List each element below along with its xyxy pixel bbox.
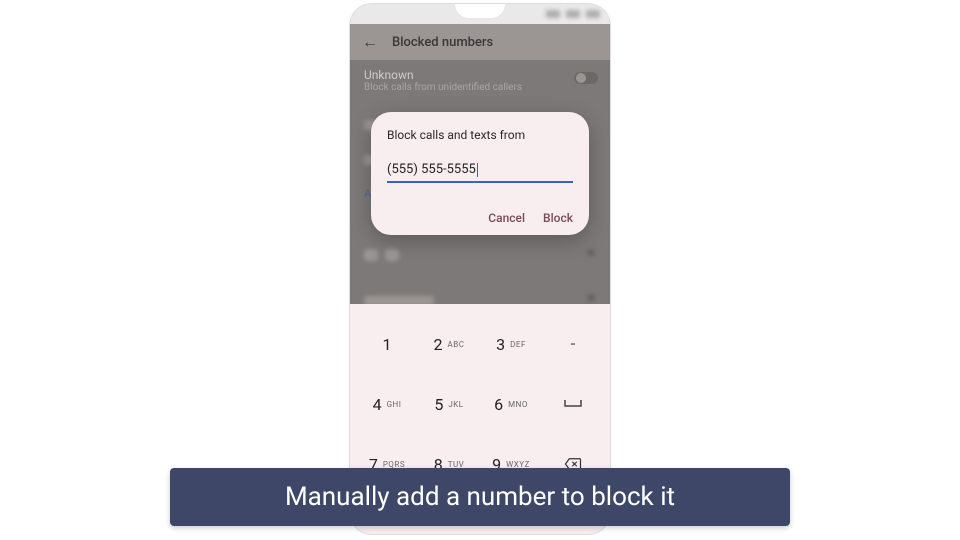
key-4[interactable]: 4GHI [356,374,418,434]
unknown-toggle[interactable] [574,72,598,84]
page-title: Blocked numbers [392,35,493,50]
key-5[interactable]: 5JKL [418,374,480,434]
blocked-entry: ✕ [350,238,610,273]
space-icon [563,398,583,410]
unknown-subtitle: Block calls from unidentified callers [364,82,596,93]
back-arrow-icon[interactable]: ← [362,32,378,52]
instruction-caption: Manually add a number to block it [170,468,790,526]
phone-frame: ← Blocked numbers Unknown Block calls fr… [350,4,610,534]
phone-number-input[interactable]: (555) 555-5555 [387,160,573,183]
display-notch [455,4,505,18]
key-1[interactable]: 1 [356,314,418,374]
app-bar: ← Blocked numbers [350,24,610,60]
key-dash[interactable]: - [542,314,604,374]
cancel-button[interactable]: Cancel [488,211,525,225]
block-button[interactable]: Block [543,211,573,225]
key-2[interactable]: 2ABC [418,314,480,374]
key-3[interactable]: 3DEF [480,314,542,374]
remove-icon[interactable]: ✕ [586,246,596,260]
phone-number-value: (555) 555-5555 [387,162,476,177]
text-cursor [477,163,478,177]
key-6[interactable]: 6MNO [480,374,542,434]
unknown-callers-row[interactable]: Unknown Block calls from unidentified ca… [350,60,610,101]
key-space[interactable] [542,374,604,434]
unknown-title: Unknown [364,68,596,82]
remove-icon[interactable]: ✕ [586,291,596,305]
dialog-title: Block calls and texts from [387,128,573,142]
block-number-dialog: Block calls and texts from (555) 555-555… [371,112,589,235]
